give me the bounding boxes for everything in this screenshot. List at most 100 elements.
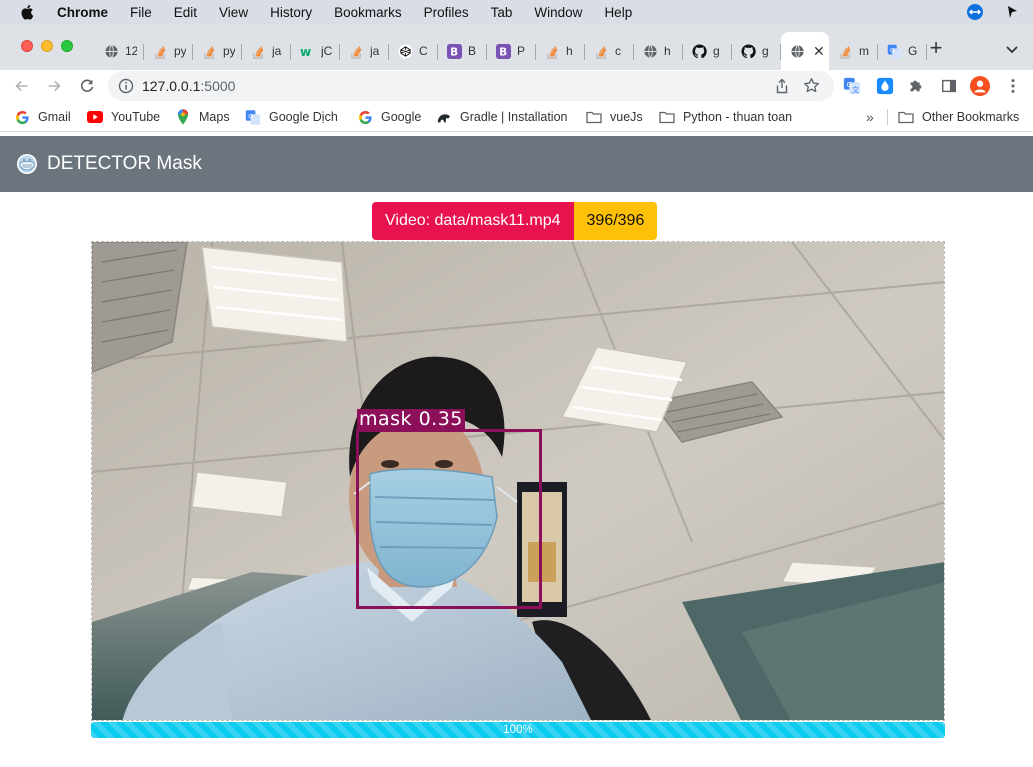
stackoverflow-icon (544, 43, 560, 59)
tab-title: h (664, 44, 671, 58)
tab-active[interactable]: ✕ (781, 32, 829, 70)
tab[interactable]: h (536, 36, 585, 66)
tab[interactable]: h (634, 36, 683, 66)
extensions-puzzle-icon[interactable] (906, 76, 926, 96)
stackoverflow-icon (201, 43, 217, 59)
stackoverflow-icon (593, 43, 609, 59)
bookmark-label: Maps (199, 110, 230, 124)
menu-window[interactable]: Window (534, 5, 582, 20)
menu-edit[interactable]: Edit (174, 5, 197, 20)
tab[interactable]: g (683, 36, 732, 66)
svg-text:文: 文 (852, 85, 859, 94)
menu-profiles[interactable]: Profiles (424, 5, 469, 20)
forward-button[interactable] (44, 76, 64, 96)
stackoverflow-icon (348, 43, 364, 59)
google-translate-extension-icon[interactable]: G文 (842, 76, 862, 96)
bookmarks-overflow-button[interactable]: » (866, 109, 874, 125)
tab-title: P (517, 44, 526, 58)
new-tab-button[interactable]: + (926, 37, 946, 59)
tab-title: ja (370, 44, 380, 58)
tab-title: B (468, 44, 477, 58)
frame-counter-badge: 396/396 (573, 202, 658, 240)
google-translate-icon: G (245, 109, 261, 125)
menu-history[interactable]: History (270, 5, 312, 20)
share-icon[interactable] (774, 78, 790, 94)
side-panel-icon[interactable] (939, 76, 959, 96)
bookmark-gmail[interactable]: Gmail (14, 109, 71, 125)
bookmark-youtube[interactable]: YouTube (87, 109, 160, 125)
profile-avatar-icon[interactable] (970, 76, 990, 96)
bookmark-gradle[interactable]: Gradle | Installation (436, 109, 567, 125)
url-text[interactable]: 127.0.0.1:5000 (142, 78, 235, 94)
tab-title: g (762, 44, 769, 58)
tab-search-chevron-icon[interactable] (1004, 41, 1020, 57)
video-frame: mask 0.35 (91, 241, 945, 721)
water-drop-extension-icon[interactable] (875, 76, 895, 96)
window-controls (21, 40, 73, 52)
menu-help[interactable]: Help (604, 5, 632, 20)
tab[interactable]: C (389, 36, 438, 66)
status-menu-icon[interactable] (1005, 5, 1019, 19)
bookmark-label: Google Dịch (269, 110, 338, 124)
url-host: 127.0.0.1 (142, 78, 201, 94)
chrome-menu-icon[interactable] (1003, 76, 1023, 96)
tab[interactable]: c (585, 36, 634, 66)
bookmarks-bar: Gmail YouTube Maps G Google Dịch Google … (0, 102, 1033, 132)
window-minimize-button[interactable] (41, 40, 53, 52)
tab[interactable]: GG (878, 36, 927, 66)
bookmark-folder-python[interactable]: Python - thuan toan (659, 109, 792, 125)
window-close-button[interactable] (21, 40, 33, 52)
stackoverflow-icon (152, 43, 168, 59)
reload-button[interactable] (77, 76, 97, 96)
apple-logo-icon[interactable] (21, 4, 37, 20)
progress-track: 100% (91, 722, 945, 738)
gradle-icon (436, 109, 452, 125)
bookmark-folder-vuejs[interactable]: vueJs (586, 109, 643, 125)
tab[interactable]: py (193, 36, 242, 66)
google-icon (14, 109, 30, 125)
bookmark-maps[interactable]: Maps (175, 109, 230, 125)
bookmark-google-dich[interactable]: G Google Dịch (245, 109, 338, 125)
tab[interactable]: ja (340, 36, 389, 66)
back-button[interactable] (12, 76, 32, 96)
info-icon[interactable] (118, 78, 134, 94)
tab[interactable]: py (144, 36, 193, 66)
bookmark-label: Gmail (38, 110, 71, 124)
tab-title: py (223, 44, 235, 58)
svg-text:w: w (300, 45, 311, 59)
tab-title: ja (272, 44, 282, 58)
menu-file[interactable]: File (130, 5, 152, 20)
bootstrap-icon: B (495, 43, 511, 59)
bookmark-google[interactable]: Google (357, 109, 421, 125)
bookmark-star-icon[interactable] (803, 77, 820, 94)
globe-icon (642, 43, 658, 59)
teamviewer-icon[interactable] (967, 4, 983, 20)
bookmark-label: vueJs (610, 110, 643, 124)
arrow-right-icon (48, 80, 61, 92)
address-bar[interactable]: 127.0.0.1:5000 (108, 71, 834, 101)
window-maximize-button[interactable] (61, 40, 73, 52)
menu-app-chrome[interactable]: Chrome (57, 5, 108, 20)
tab[interactable]: BP (487, 36, 536, 66)
tab[interactable]: 12 (95, 36, 144, 66)
detection-label: mask 0.35 (357, 408, 465, 430)
tab[interactable]: BB (438, 36, 487, 66)
menu-view[interactable]: View (219, 5, 248, 20)
menu-bookmarks[interactable]: Bookmarks (334, 5, 402, 20)
tab[interactable]: ja (242, 36, 291, 66)
tab[interactable]: m (829, 36, 878, 66)
tab[interactable]: w jC (291, 36, 340, 66)
arrow-left-icon (15, 80, 28, 92)
tab-close-icon[interactable]: ✕ (813, 43, 827, 60)
tab[interactable]: g (732, 36, 781, 66)
tab-title: C (419, 44, 428, 58)
other-bookmarks[interactable]: Other Bookmarks (898, 109, 1019, 125)
globe-icon (103, 43, 119, 59)
github-icon (740, 43, 756, 59)
bootstrap-icon: B (446, 43, 462, 59)
w3schools-icon: w (299, 43, 315, 59)
menu-tab[interactable]: Tab (491, 5, 513, 20)
tab-title: m (859, 44, 869, 58)
brand-title[interactable]: DETECTOR Mask (47, 153, 202, 175)
tab-title: c (615, 44, 621, 58)
